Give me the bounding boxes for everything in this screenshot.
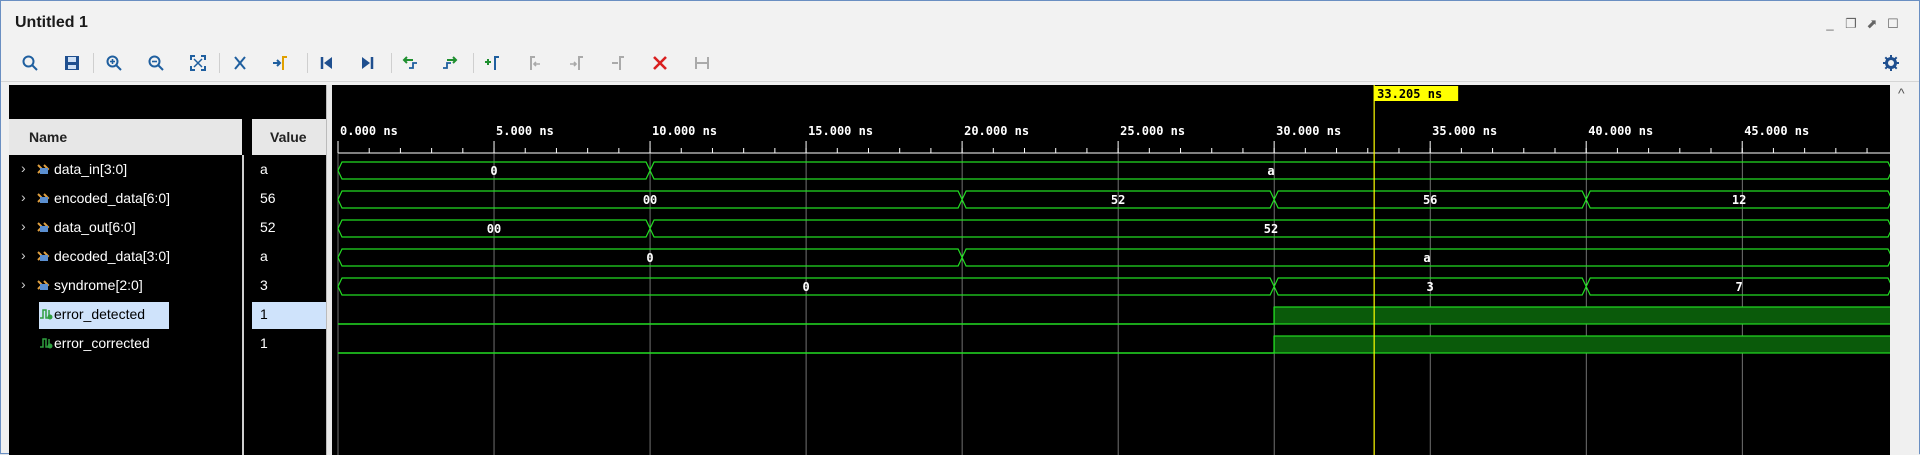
bus-value-label: 52 xyxy=(1111,193,1125,207)
bus-value-label: 00 xyxy=(643,193,657,207)
cursor-time-label: 33.205 ns xyxy=(1377,87,1442,101)
previous-transition-icon[interactable] xyxy=(397,50,423,76)
signal-name: error_corrected xyxy=(54,335,150,351)
signal-value: a xyxy=(260,248,268,264)
bus-value-label: 00 xyxy=(487,222,501,236)
bus-icon xyxy=(37,251,50,261)
delete-icon[interactable] xyxy=(647,50,673,76)
next-transition-icon[interactable] xyxy=(437,50,463,76)
gear-icon[interactable] xyxy=(1878,50,1904,76)
tick-label: 30.000 ns xyxy=(1276,124,1341,138)
bus-value-label: 52 xyxy=(1264,222,1278,236)
bus-value-label: 0 xyxy=(646,251,653,265)
bus-value-label: a xyxy=(1267,164,1274,178)
tick-label: 15.000 ns xyxy=(808,124,873,138)
signal-value: 1 xyxy=(260,335,268,351)
separator xyxy=(93,53,94,73)
bus-value-label: 7 xyxy=(1735,280,1742,294)
tick-label: 40.000 ns xyxy=(1588,124,1653,138)
bus-value-label: 0 xyxy=(802,280,809,294)
signal-name: data_out[6:0] xyxy=(54,219,136,235)
signal-value: 3 xyxy=(260,277,268,293)
toolbar xyxy=(1,45,1919,82)
search-icon[interactable] xyxy=(17,50,43,76)
tick-label: 45.000 ns xyxy=(1744,124,1809,138)
restore-icon[interactable]: ❐ xyxy=(1844,17,1858,31)
signal-value: 1 xyxy=(260,306,268,322)
snap-icon[interactable] xyxy=(689,50,715,76)
bus-icon xyxy=(37,164,50,174)
signal-name: data_in[3:0] xyxy=(54,161,128,177)
tick-label: 10.000 ns xyxy=(652,124,717,138)
bus-value-label: 3 xyxy=(1427,280,1434,294)
signal-value: 52 xyxy=(260,219,276,235)
signal-row[interactable]: › syndrome[2:0] 3 xyxy=(9,272,326,301)
signal-name: error_detected xyxy=(54,306,146,322)
float-icon[interactable]: ⬈ xyxy=(1865,17,1879,31)
separator xyxy=(219,53,220,73)
minimize-icon[interactable]: _ xyxy=(1823,17,1837,31)
signal-row[interactable]: error_detected 1 xyxy=(9,301,326,330)
signal-name: decoded_data[3:0] xyxy=(54,248,170,264)
value-header-label: Value xyxy=(270,129,307,145)
signal-row[interactable]: › encoded_data[6:0] 56 xyxy=(9,185,326,214)
bit-high-region xyxy=(1273,306,1890,325)
swap-marker-icon[interactable] xyxy=(605,50,631,76)
signal-row[interactable]: error_corrected 1 xyxy=(9,330,326,359)
bus-icon xyxy=(37,280,50,290)
value-column-header[interactable]: Value xyxy=(252,119,326,155)
go-to-end-icon[interactable] xyxy=(354,50,380,76)
maximize-icon[interactable]: ☐ xyxy=(1886,17,1900,31)
separator xyxy=(307,53,308,73)
go-to-start-icon[interactable] xyxy=(314,50,340,76)
add-marker-icon[interactable] xyxy=(479,50,505,76)
signal-list-pane: Name Value › data_in[3:0] a › encoded_da… xyxy=(9,85,326,455)
signal-row[interactable]: › decoded_data[3:0] a xyxy=(9,243,326,272)
signal-value: 56 xyxy=(260,190,276,206)
signal-row[interactable]: › data_in[3:0] a xyxy=(9,156,326,185)
tick-label: 20.000 ns xyxy=(964,124,1029,138)
bus-value-label: a xyxy=(1423,251,1430,265)
expand-chevron-icon[interactable]: › xyxy=(21,218,26,234)
name-header-label: Name xyxy=(29,129,68,145)
zoom-in-icon[interactable] xyxy=(101,50,127,76)
waveform-window: Untitled 1 _ ❐ ⬈ ☐ Name Value › data_in[… xyxy=(0,0,1920,455)
bit-high-region xyxy=(1273,335,1890,354)
vertical-scrollbar[interactable]: ^ xyxy=(1890,85,1919,455)
previous-marker-icon[interactable] xyxy=(521,50,547,76)
bus-value-label: 0 xyxy=(490,164,497,178)
bus-icon xyxy=(37,222,50,232)
bus-value-label: 12 xyxy=(1732,193,1746,207)
bus-icon xyxy=(37,193,50,203)
bit-signal-icon xyxy=(40,309,53,320)
expand-chevron-icon[interactable]: › xyxy=(21,247,26,263)
zoom-fit-icon[interactable] xyxy=(185,50,211,76)
tick-label: 5.000 ns xyxy=(496,124,554,138)
save-icon[interactable] xyxy=(59,50,85,76)
bus-value-label: 56 xyxy=(1423,193,1437,207)
next-marker-icon[interactable] xyxy=(563,50,589,76)
tick-label: 35.000 ns xyxy=(1432,124,1497,138)
go-to-cursor-icon[interactable] xyxy=(267,50,293,76)
separator xyxy=(473,53,474,73)
waveform-svg: 0.000 ns 5.000 ns 10.000 ns 15.000 ns 20.000… xyxy=(337,85,1890,455)
window-title: Untitled 1 xyxy=(15,14,88,31)
signal-row[interactable]: › data_out[6:0] 52 xyxy=(9,214,326,243)
tick-label: 0.000 ns xyxy=(340,124,398,138)
signal-name: encoded_data[6:0] xyxy=(54,190,170,206)
expand-chevron-icon[interactable]: › xyxy=(21,189,26,205)
waveform-canvas[interactable]: 0.000 ns 5.000 ns 10.000 ns 15.000 ns 20.000… xyxy=(332,85,1890,455)
expand-chevron-icon[interactable]: › xyxy=(21,276,26,292)
signal-value: a xyxy=(260,161,268,177)
swap-cursor-icon[interactable] xyxy=(227,50,253,76)
bit-signal-icon xyxy=(40,338,53,349)
name-column-header[interactable]: Name xyxy=(9,119,244,155)
zoom-out-icon[interactable] xyxy=(143,50,169,76)
scroll-up-icon[interactable]: ^ xyxy=(1898,85,1905,101)
separator xyxy=(391,53,392,73)
signal-name: syndrome[2:0] xyxy=(54,277,143,293)
title-bar: Untitled 1 _ ❐ ⬈ ☐ xyxy=(1,1,1919,45)
tick-label: 25.000 ns xyxy=(1120,124,1185,138)
expand-chevron-icon[interactable]: › xyxy=(21,160,26,176)
